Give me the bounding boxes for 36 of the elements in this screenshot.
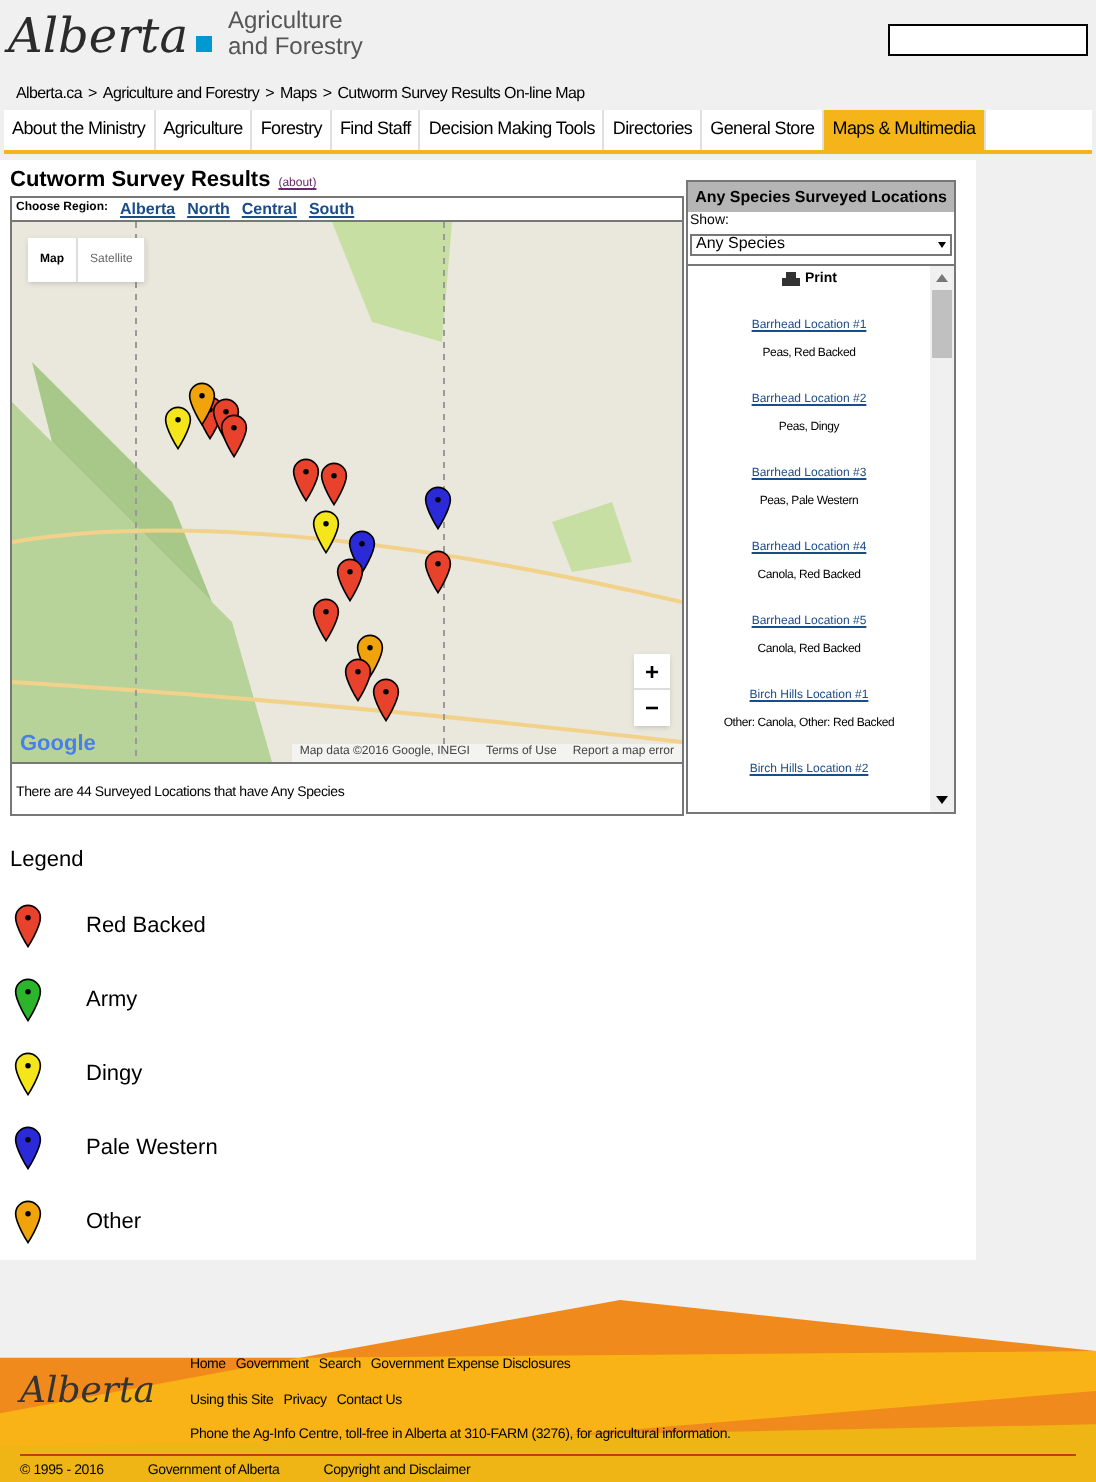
region-link[interactable]: Alberta	[120, 197, 176, 222]
scroll-up-icon[interactable]	[936, 273, 948, 282]
legend-label: Dingy	[86, 1060, 143, 1091]
legend-label: Pale Western	[86, 1134, 218, 1165]
breadcrumb-link[interactable]: Cutworm Survey Results On-line Map	[337, 81, 585, 106]
printer-icon	[781, 272, 800, 289]
dropdown-caret-icon	[938, 241, 946, 248]
alberta-logo[interactable]: Alberta	[8, 12, 188, 60]
ministry-name: Agriculture	[228, 8, 345, 34]
footer-logo[interactable]: Alberta	[20, 1364, 190, 1447]
ministry-name: and Forestry	[228, 34, 363, 60]
breadcrumb-separator: >	[265, 81, 274, 106]
logo-square-icon	[196, 36, 212, 52]
breadcrumb-separator: >	[88, 81, 97, 106]
species-dropdown[interactable]: Any Species	[690, 233, 952, 256]
scroll-down-icon[interactable]	[936, 796, 948, 805]
region-link[interactable]: South	[308, 197, 355, 222]
nav-tab[interactable]: Maps & Multimedia	[824, 109, 986, 150]
search-field[interactable]	[888, 24, 1088, 56]
zoom-out-button[interactable]: −	[634, 690, 670, 727]
legend-title: Legend	[10, 846, 86, 877]
breadcrumb-separator: >	[322, 81, 332, 106]
scrollbar[interactable]	[930, 265, 954, 813]
breadcrumb-link[interactable]: Maps	[279, 81, 317, 106]
legend-label: Other	[86, 1208, 142, 1239]
panel-header: Any Species Surveyed Locations	[688, 182, 954, 213]
region-link[interactable]: Central	[241, 197, 297, 222]
breadcrumb-link[interactable]: Alberta.ca	[16, 81, 83, 106]
legend-label: Army	[86, 986, 138, 1017]
page-title: Cutworm Survey Results	[10, 165, 271, 196]
scroll-thumb[interactable]	[932, 289, 952, 358]
region-link[interactable]: North	[187, 197, 230, 222]
breadcrumb-link[interactable]: Agriculture and Forestry	[102, 81, 260, 106]
google-logo: Google	[20, 729, 96, 760]
zoom-in-button[interactable]: +	[634, 654, 670, 691]
legend-label: Red Backed	[86, 912, 206, 943]
